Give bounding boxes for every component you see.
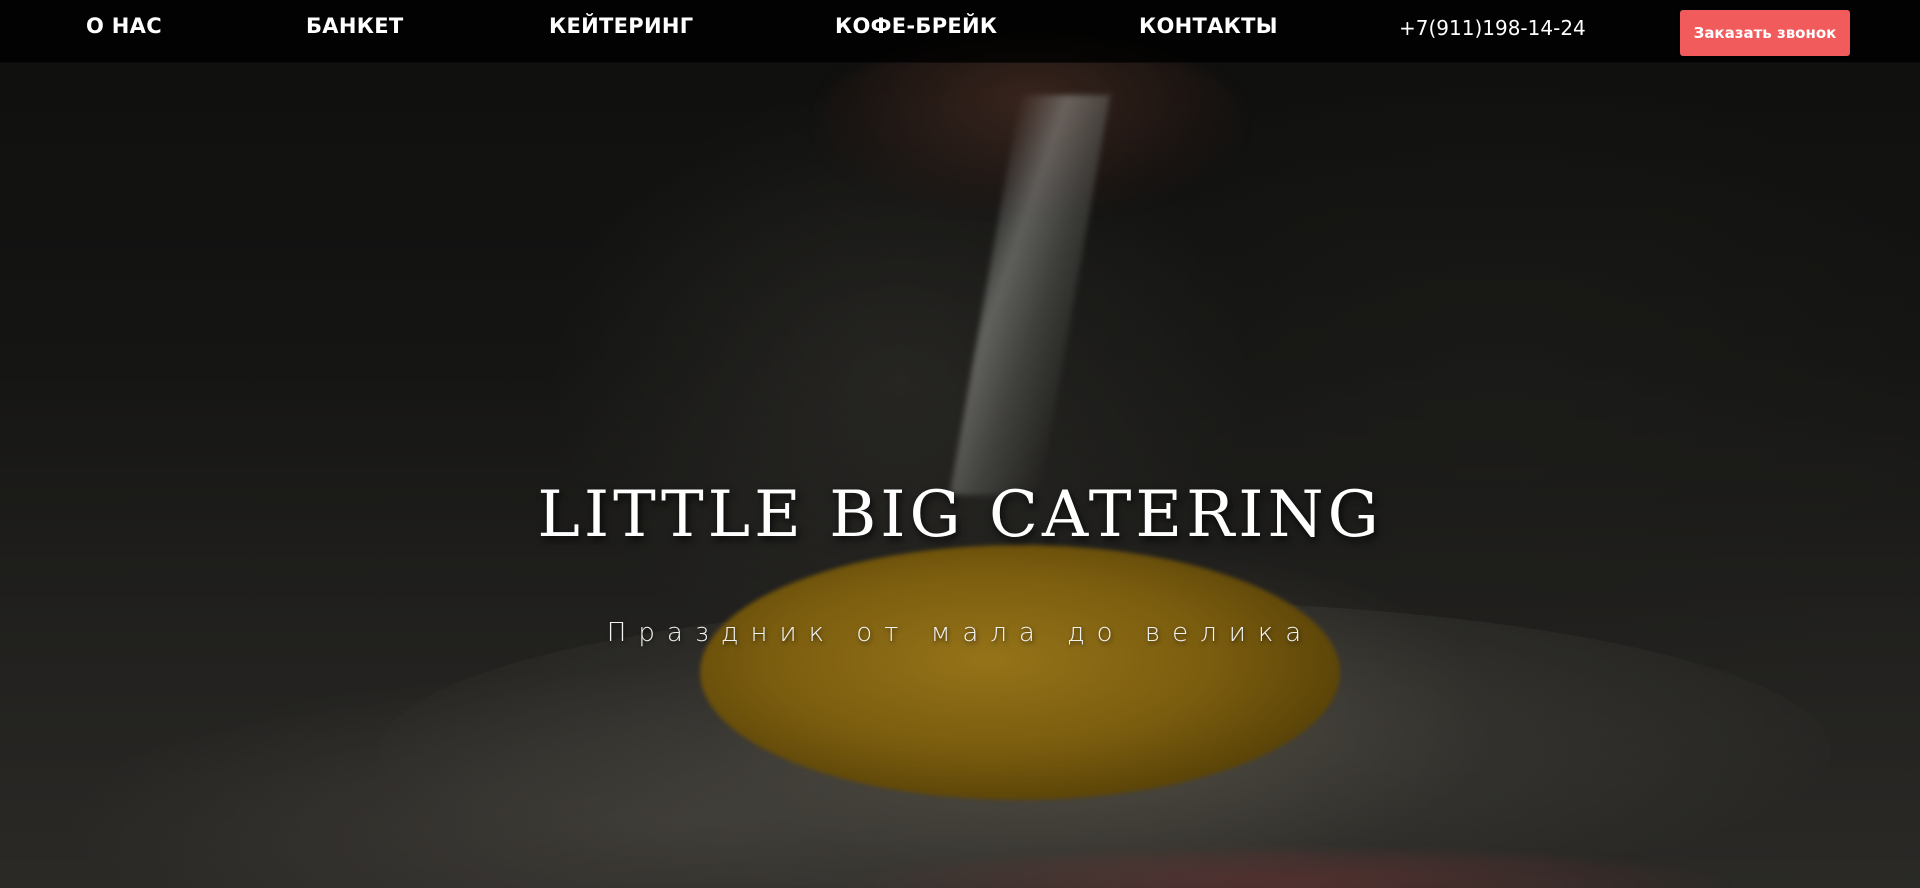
nav-link-contacts[interactable]: КОНТАКТЫ [1139,14,1278,38]
phone-number-link[interactable]: +7(911)198-14-24 [1399,16,1586,40]
landing-page: О НАС БАНКЕТ КЕЙТЕРИНГ КОФЕ-БРЕЙК КОНТАК… [0,0,1920,888]
site-header: О НАС БАНКЕТ КЕЙТЕРИНГ КОФЕ-БРЕЙК КОНТАК… [0,0,1920,63]
hero-overlay [0,0,1920,888]
hero-video-background [0,0,1920,888]
nav-link-banquet[interactable]: БАНКЕТ [306,14,403,38]
nav-link-about[interactable]: О НАС [86,14,162,38]
nav-link-catering[interactable]: КЕЙТЕРИНГ [549,14,693,38]
nav-link-coffee-break[interactable]: КОФЕ-БРЕЙК [835,14,997,38]
order-call-button[interactable]: Заказать звонок [1680,10,1850,56]
hero-subtitle: Праздник от мала до велика [606,618,1314,648]
hero-title: LITTLE BIG CATERING [537,478,1383,552]
